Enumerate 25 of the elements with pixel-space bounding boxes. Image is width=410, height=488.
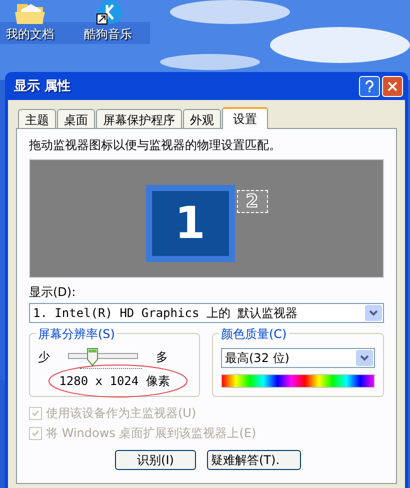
desktop-icon-label[interactable]: 酷狗音乐 [84, 26, 132, 43]
group-title: 颜色质量(C) [219, 326, 289, 343]
close-button[interactable] [382, 76, 403, 96]
monitor-icon[interactable]: 1 [146, 185, 234, 262]
display-dropdown[interactable]: 1. Intel(R) HD Graphics 上的 默认监视器 [29, 303, 384, 323]
group-title: 屏幕分辨率(S) [36, 326, 117, 343]
checkbox-label: 将 Windows 桌面扩展到该监视器上(E) [46, 425, 256, 442]
tab[interactable]: 主题 [18, 109, 56, 128]
min-label: 少 [38, 348, 50, 366]
window-title: 显示 属性 [14, 78, 71, 95]
tab[interactable]: 屏幕保护程序 [96, 109, 182, 128]
color-quality-dropdown[interactable]: 最高(32 位) [221, 348, 375, 368]
tab[interactable]: 设置 [222, 107, 268, 129]
desktop-icon-label[interactable]: 我的文档 [6, 26, 54, 43]
display-label: 显示(D): [29, 284, 77, 301]
help-button[interactable] [359, 76, 380, 96]
slider-thumb[interactable] [87, 348, 98, 366]
tab[interactable]: 桌面 [57, 109, 95, 128]
dialog-button[interactable]: 疑难解答(T). [207, 450, 301, 470]
instruction-text: 拖动监视器图标以便与监视器的物理设置匹配。 [29, 137, 282, 154]
dialog-button[interactable]: 识别(I) [115, 450, 196, 470]
resolution-reading: 1280 x 1024 像素 [58, 373, 171, 390]
checkbox-label: 使用该设备作为主监视器(U) [46, 405, 196, 422]
max-label: 多 [156, 348, 168, 366]
tab[interactable]: 外观 [183, 109, 221, 128]
